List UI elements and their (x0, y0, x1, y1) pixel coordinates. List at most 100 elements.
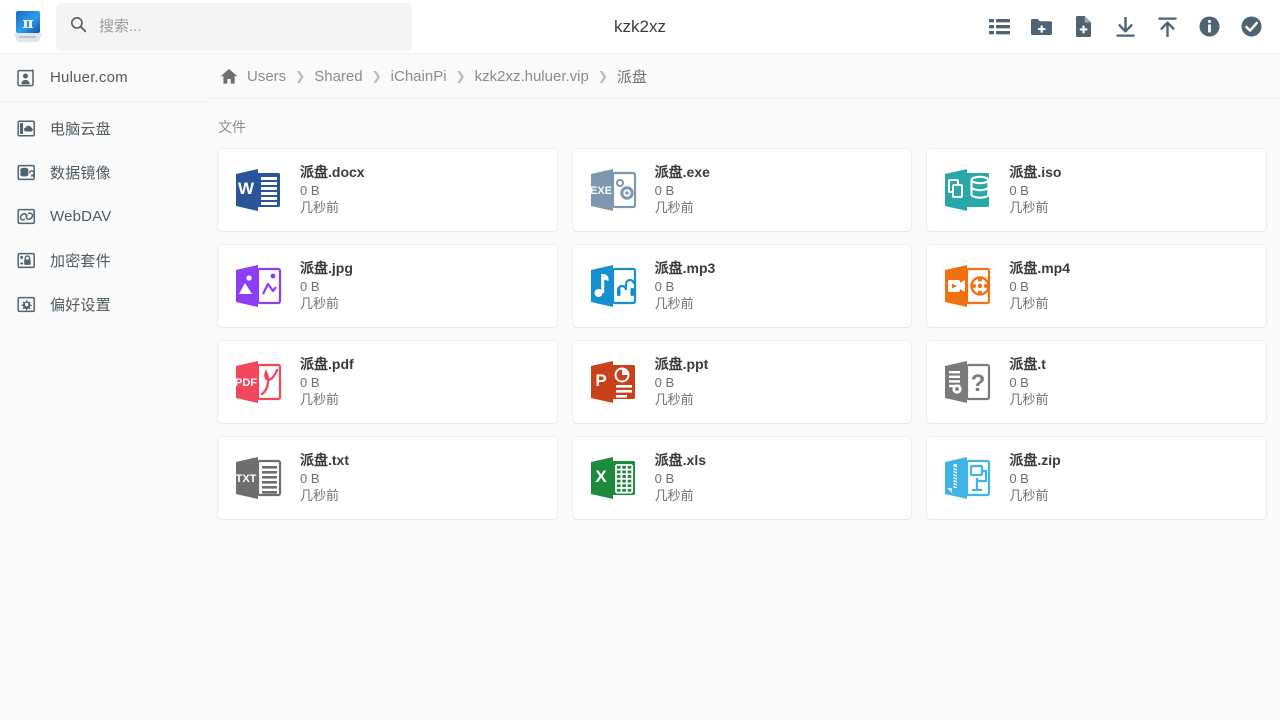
file-name: 派盘.exe (654, 164, 710, 181)
file-card[interactable]: 派盘.mp4 0 B 几秒前 (927, 245, 1266, 327)
file-meta: 派盘.mp4 0 B 几秒前 (1009, 259, 1070, 312)
file-meta: 派盘.docx 0 B 几秒前 (300, 163, 365, 216)
breadcrumb-item-ichainpi[interactable]: iChainPi (391, 68, 447, 85)
file-modified-time: 几秒前 (1009, 296, 1049, 312)
breadcrumb-separator: ❯ (455, 69, 466, 83)
check-circle-icon[interactable] (1240, 16, 1262, 38)
file-name: 派盘.xls (654, 452, 707, 469)
svg-text:EXE: EXE (590, 185, 612, 197)
file-size: 0 B (1009, 375, 1029, 391)
sidebar-item-account[interactable]: Huluer.com (0, 54, 208, 102)
svg-text:W: W (238, 179, 255, 198)
svg-text:?: ? (971, 370, 986, 397)
powerpoint-file-icon: P (587, 356, 639, 408)
search-box[interactable] (56, 2, 412, 51)
file-meta: 派盘.ppt 0 B 几秒前 (655, 355, 709, 408)
sidebar-item-label: WebDAV (50, 207, 112, 225)
sidebar-item-label: 偏好设置 (50, 296, 111, 314)
link-square-icon (16, 206, 36, 226)
breadcrumb-item-shared[interactable]: Shared (314, 68, 362, 85)
file-size: 0 B (654, 279, 675, 295)
file-modified-time: 几秒前 (300, 200, 340, 216)
file-modified-time: 几秒前 (300, 488, 340, 504)
file-size: 0 B (654, 183, 675, 199)
file-size: 0 B (300, 279, 320, 295)
home-icon[interactable] (220, 68, 238, 85)
gear-icon (16, 294, 36, 314)
file-meta: 派盘.exe 0 B 几秒前 (655, 163, 710, 216)
file-meta: 派盘.txt 0 B 几秒前 (300, 451, 349, 504)
info-icon[interactable] (1198, 16, 1220, 38)
breadcrumb-item-domain[interactable]: kzk2xz.huluer.vip (475, 68, 589, 85)
upload-icon[interactable] (1156, 16, 1178, 38)
file-size: 0 B (300, 471, 320, 487)
app-logo: π (0, 0, 56, 54)
breadcrumb-item-users[interactable]: Users (247, 68, 286, 85)
file-size: 0 B (1009, 183, 1029, 199)
sidebar-item-label: 电脑云盘 (50, 120, 111, 138)
exe-file-icon: EXE (587, 164, 639, 216)
search-icon (70, 16, 87, 38)
file-name: 派盘.t (1009, 356, 1046, 373)
file-name: 派盘.txt (300, 452, 349, 469)
file-modified-time: 几秒前 (1009, 392, 1049, 408)
file-card[interactable]: 派盘.mp3 0 B 几秒前 (572, 245, 912, 327)
file-card[interactable]: EXE 派盘.exe 0 B 几秒前 (572, 149, 912, 231)
file-meta: 派盘.iso 0 B 几秒前 (1009, 163, 1061, 216)
sidebar-item-label: 加密套件 (50, 252, 111, 270)
breadcrumb-separator: ❯ (295, 69, 306, 83)
file-card[interactable]: W 派盘.docx 0 B 几秒前 (218, 149, 557, 231)
breadcrumb: Users ❯ Shared ❯ iChainPi ❯ kzk2xz.hulue… (208, 54, 1280, 99)
file-card[interactable]: P 派盘.ppt 0 B 几秒前 (572, 341, 912, 423)
file-name: 派盘.ppt (654, 356, 709, 373)
pdf-file-icon: PDF (232, 356, 284, 408)
top-toolbar: π kzk2xz (0, 0, 1280, 54)
sidebar-item-cloud-drive[interactable]: 电脑云盘 (0, 106, 208, 150)
sidebar-item-data-mirror[interactable]: 数据镜像 (0, 150, 208, 194)
file-size: 0 B (1009, 279, 1029, 295)
file-card[interactable]: TXT 派盘.txt 0 B 几秒前 (218, 437, 557, 519)
list-view-icon[interactable] (988, 16, 1010, 38)
breadcrumb-item-current[interactable]: 派盘 (617, 66, 647, 87)
download-icon[interactable] (1114, 16, 1136, 38)
file-card[interactable]: 派盘.iso 0 B 几秒前 (927, 149, 1266, 231)
file-name: 派盘.docx (300, 164, 365, 181)
sidebar-item-webdav[interactable]: WebDAV (0, 194, 208, 238)
user-badge-icon (16, 68, 36, 88)
svg-text:X: X (595, 467, 607, 486)
file-modified-time: 几秒前 (654, 488, 694, 504)
file-card[interactable]: X 派盘.xls 0 B 几秒前 (572, 437, 912, 519)
file-size: 0 B (300, 375, 320, 391)
file-name: 派盘.mp4 (1009, 260, 1071, 277)
new-file-icon[interactable] (1072, 16, 1094, 38)
video-file-icon (941, 260, 993, 312)
sidebar-item-encryption[interactable]: 加密套件 (0, 238, 208, 282)
content-area: Users ❯ Shared ❯ iChainPi ❯ kzk2xz.hulue… (208, 54, 1280, 720)
file-card[interactable]: 派盘.jpg 0 B 几秒前 (218, 245, 557, 327)
file-card[interactable]: 派盘.zip 0 B 几秒前 (927, 437, 1266, 519)
file-name: 派盘.jpg (300, 260, 353, 277)
file-size: 0 B (654, 471, 675, 487)
file-modified-time: 几秒前 (1009, 200, 1049, 216)
svg-text:PDF: PDF (235, 377, 257, 389)
audio-file-icon (587, 260, 639, 312)
file-card[interactable]: PDF 派盘.pdf 0 B 几秒前 (218, 341, 557, 423)
file-name: 派盘.mp3 (654, 260, 716, 277)
file-modified-time: 几秒前 (300, 296, 340, 312)
file-card[interactable]: ? 派盘.t 0 B 几秒前 (927, 341, 1266, 423)
file-grid: W 派盘.docx 0 B 几秒前 EXE 派盘.exe 0 B 几秒前 派盘.iso 0 B 几秒… (208, 149, 1280, 519)
toolbar-icon-group (988, 16, 1280, 38)
new-folder-icon[interactable] (1030, 16, 1052, 38)
sidebar-item-preferences[interactable]: 偏好设置 (0, 282, 208, 326)
lock-shield-icon (16, 250, 36, 270)
unknown-file-icon: ? (941, 356, 993, 408)
breadcrumb-separator: ❯ (371, 69, 382, 83)
database-mirror-icon (16, 162, 36, 182)
breadcrumb-separator: ❯ (597, 69, 608, 83)
file-size: 0 B (1009, 471, 1029, 487)
file-name: 派盘.iso (1009, 164, 1062, 181)
excel-file-icon: X (587, 452, 639, 504)
sidebar-item-label: 数据镜像 (50, 164, 111, 182)
file-meta: 派盘.t 0 B 几秒前 (1009, 355, 1048, 408)
search-input[interactable] (99, 18, 398, 35)
